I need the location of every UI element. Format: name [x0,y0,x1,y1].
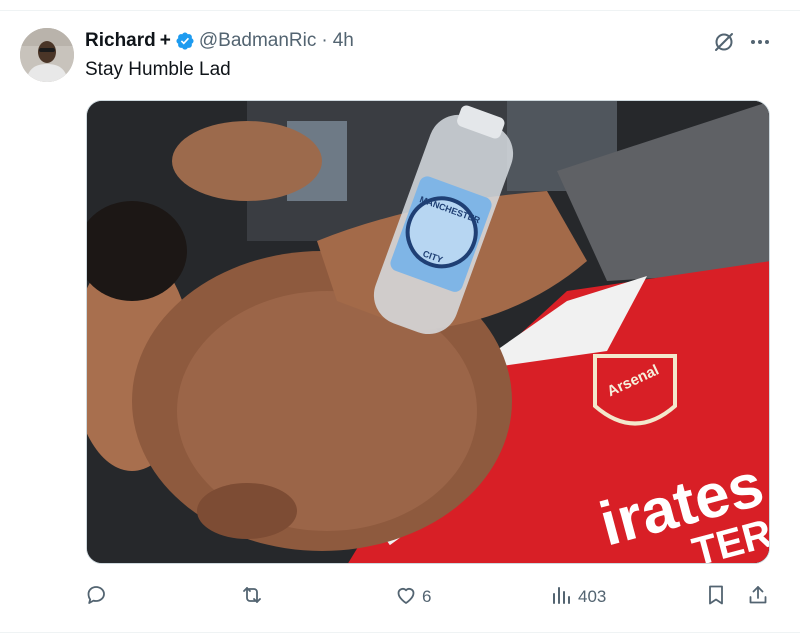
bottom-divider [0,632,800,633]
views-button[interactable]: 403 [550,584,606,610]
timestamp[interactable]: 4h [333,30,354,52]
grok-icon[interactable] [712,30,736,54]
share-icon [746,583,770,612]
verified-badge-icon [175,31,195,51]
display-name[interactable]: Richard [85,30,156,52]
top-divider [0,10,800,11]
retweet-button[interactable] [240,584,264,610]
tweet-text: Stay Humble Lad [85,59,231,80]
separator-dot: · [321,30,328,51]
name-symbol: + [159,30,171,51]
reply-button[interactable] [84,584,108,610]
tweet-header: Richard + @BadmanRic · 4h [85,30,354,52]
bookmark-button[interactable] [704,584,728,610]
tweet-media-image[interactable]: MANCHESTER CITY Arsenal irates TER [86,100,770,564]
retweet-icon [240,583,264,612]
bookmark-icon [704,583,728,612]
like-button[interactable]: 6 [394,584,431,610]
more-icon[interactable] [748,30,772,54]
reply-icon [84,583,108,612]
share-button[interactable] [746,584,770,610]
views-icon [550,583,574,612]
avatar[interactable] [20,28,74,82]
user-handle[interactable]: @BadmanRic [199,30,317,52]
like-icon [394,583,418,612]
like-count: 6 [422,587,432,606]
views-count: 403 [578,587,607,606]
action-bar: 6 403 [0,584,800,612]
